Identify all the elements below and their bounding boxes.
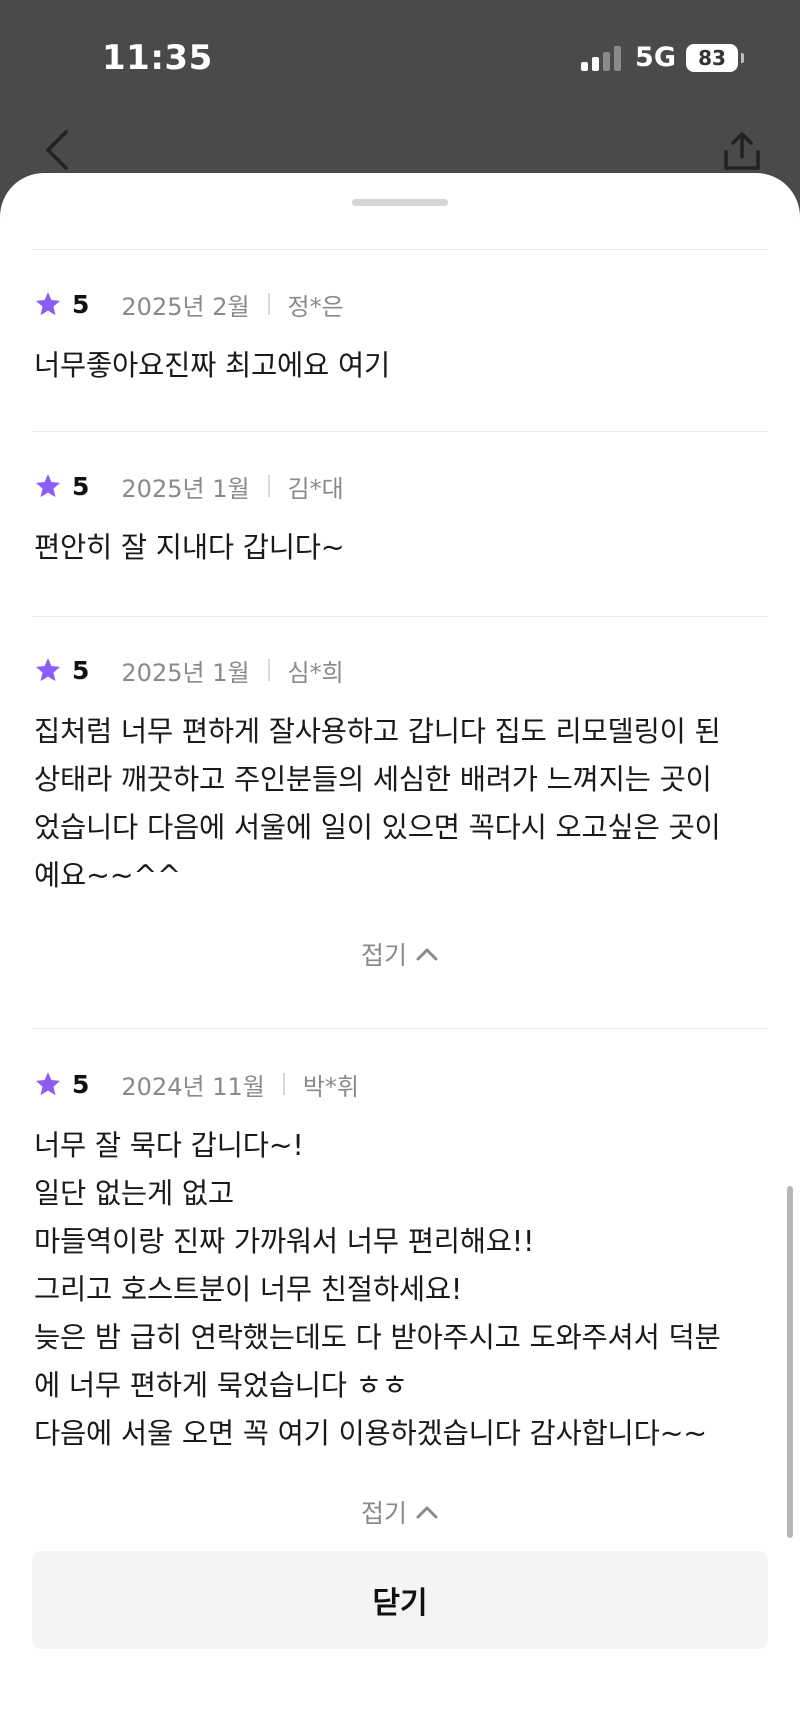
star-icon <box>35 1072 61 1096</box>
review-meta: 5 2025년 1월 심*희 <box>34 650 770 690</box>
review-score: 5 <box>72 289 90 319</box>
review-date: 2025년 1월 <box>121 474 250 503</box>
star-icon <box>35 658 61 682</box>
review-text: 편안히 잘 지내다 갑니다~ <box>34 531 345 564</box>
collapse-label: 접기 <box>360 1499 407 1528</box>
status-indicators: 5G 83 <box>581 42 744 73</box>
meta-separator <box>267 293 270 315</box>
back-button[interactable] <box>42 128 72 172</box>
share-upload-icon <box>724 132 760 170</box>
scrollbar[interactable] <box>787 1186 793 1538</box>
review-text: 집처럼 너무 편하게 잘사용하고 갑니다 집도 리모델링이 된 상태라 깨끗하고… <box>34 715 721 892</box>
reviews-bottom-sheet: 5 2025년 2월 정*은 너무좋아요진짜 최고에요 여기 5 2025년 1… <box>0 173 800 1734</box>
review-score: 5 <box>72 471 90 501</box>
star-icon <box>35 292 61 316</box>
review-item: 5 2025년 1월 김*대 편안히 잘 지내다 갑니다~ <box>34 466 770 572</box>
star-icon <box>35 474 61 498</box>
battery-level: 83 <box>698 45 726 70</box>
chevron-up-icon <box>416 948 438 961</box>
divider <box>32 431 768 432</box>
collapse-label: 접기 <box>360 941 407 970</box>
chevron-up-icon <box>416 1506 438 1519</box>
review-item: 5 2025년 2월 정*은 너무좋아요진짜 최고에요 여기 <box>34 284 770 390</box>
review-author: 박*휘 <box>302 1072 359 1101</box>
sheet-drag-handle[interactable] <box>352 199 448 206</box>
review-text: 너무좋아요진짜 최고에요 여기 <box>34 349 390 382</box>
cellular-signal-icon <box>581 45 622 71</box>
review-meta: 5 2025년 1월 김*대 <box>34 466 770 506</box>
status-time: 11:35 <box>102 38 213 78</box>
review-author: 김*대 <box>287 474 344 503</box>
meta-separator <box>282 1073 285 1095</box>
battery-icon: 83 <box>686 43 744 72</box>
review-meta: 5 2024년 11월 박*휘 <box>34 1064 770 1104</box>
review-score: 5 <box>72 655 90 685</box>
review-date: 2025년 2월 <box>121 292 250 321</box>
review-item: 5 2025년 1월 심*희 집처럼 너무 편하게 잘사용하고 갑니다 집도 리… <box>34 650 770 900</box>
review-item: 5 2024년 11월 박*휘 너무 잘 묵다 갑니다~! 일단 없는게 없고 … <box>34 1064 770 1458</box>
review-text: 너무 잘 묵다 갑니다~! 일단 없는게 없고 마들역이랑 진짜 가까워서 너무… <box>34 1129 721 1450</box>
meta-separator <box>267 475 270 497</box>
close-button[interactable]: 닫기 <box>32 1551 768 1649</box>
review-score: 5 <box>72 1069 90 1099</box>
network-type: 5G <box>635 42 676 73</box>
meta-separator <box>267 659 270 681</box>
divider <box>32 249 768 250</box>
status-bar: 11:35 5G 83 <box>0 0 800 120</box>
review-author: 정*은 <box>287 292 344 321</box>
divider <box>32 1028 768 1029</box>
review-author: 심*희 <box>287 658 344 687</box>
collapse-button[interactable]: 접기 <box>0 936 800 972</box>
chevron-left-icon <box>46 130 68 170</box>
review-meta: 5 2025년 2월 정*은 <box>34 284 770 324</box>
collapse-button[interactable]: 접기 <box>0 1494 800 1530</box>
review-date: 2024년 11월 <box>121 1072 265 1101</box>
share-button[interactable] <box>720 130 764 174</box>
divider <box>32 616 768 617</box>
review-date: 2025년 1월 <box>121 658 250 687</box>
